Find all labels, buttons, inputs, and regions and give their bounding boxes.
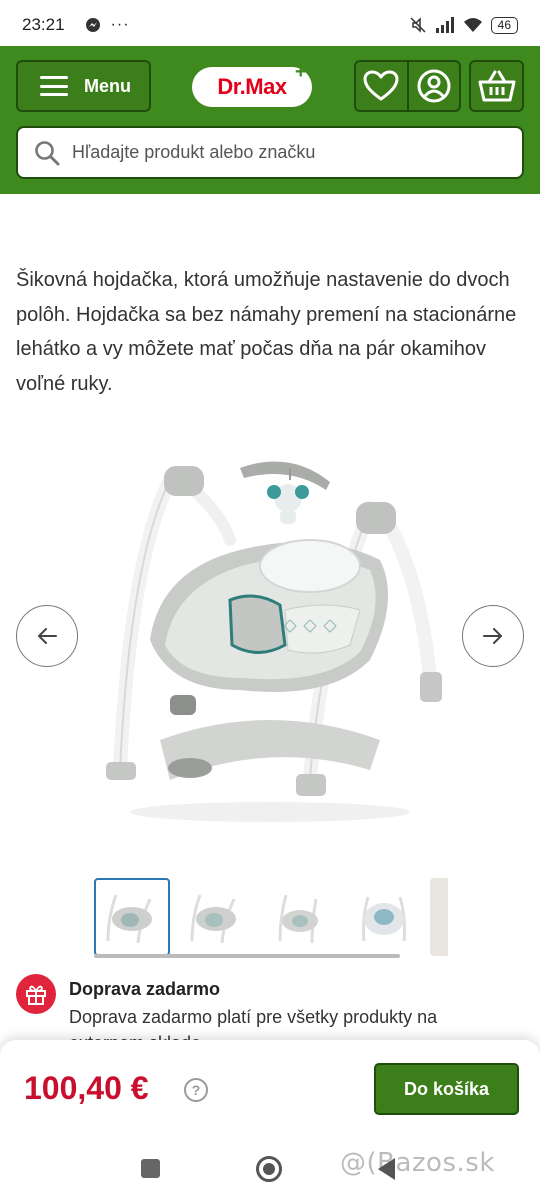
- arrow-right-icon: [483, 628, 502, 644]
- account-button[interactable]: [409, 62, 460, 110]
- add-to-cart-button[interactable]: Do košíka: [374, 1063, 519, 1115]
- signal-icon: [435, 17, 454, 33]
- product-description: Šikovná hojdačka, ktorá umožňuje nastave…: [16, 269, 517, 395]
- thumbnail-1[interactable]: [94, 878, 170, 956]
- heart-icon: [363, 70, 399, 101]
- product-price: 100,40 €: [24, 1070, 149, 1106]
- search-icon: [35, 140, 60, 165]
- thumbnail-2[interactable]: [178, 878, 254, 956]
- thumbnail-4[interactable]: [346, 878, 422, 956]
- price-help-icon[interactable]: ?: [184, 1078, 208, 1102]
- mute-icon: [410, 17, 426, 33]
- drmax-logo[interactable]: Dr.Max +: [192, 61, 312, 107]
- product-image-baby-swing[interactable]: [90, 440, 450, 840]
- gallery-next-button[interactable]: [462, 605, 524, 667]
- shipping-title: Doprava zadarmo: [69, 979, 221, 999]
- status-time: 23:21: [22, 15, 65, 34]
- wifi-icon: [463, 18, 482, 32]
- menu-label: Menu: [84, 75, 131, 96]
- thumbnail-3[interactable]: [262, 878, 338, 956]
- arrow-left-icon: [38, 628, 57, 644]
- wishlist-button[interactable]: [356, 62, 409, 110]
- more-dots-icon: ···: [110, 16, 130, 33]
- system-nav-bar: @(Bazos.sk: [0, 1134, 540, 1200]
- menu-button[interactable]: Menu: [16, 60, 151, 112]
- gallery-thumbnails: [94, 878, 448, 958]
- status-bar: 23:21 ··· 46: [0, 0, 540, 50]
- logo-plus: +: [294, 61, 307, 83]
- home-icon[interactable]: [256, 1156, 282, 1182]
- hamburger-icon: [40, 76, 68, 96]
- recents-icon[interactable]: [141, 1159, 160, 1178]
- account-icon-group: [354, 60, 461, 112]
- logo-text: Dr.Max: [217, 74, 287, 99]
- thumbnail-swing-image: [106, 894, 152, 944]
- thumbnail-scrollbar[interactable]: [94, 954, 400, 958]
- gift-icon: [16, 974, 56, 1014]
- back-icon[interactable]: [378, 1158, 395, 1180]
- messenger-icon: [85, 18, 100, 32]
- thumbnail-swing-image: [190, 894, 236, 944]
- search-bar[interactable]: [16, 126, 524, 179]
- thumbnail-5[interactable]: [430, 878, 448, 956]
- search-input[interactable]: [72, 142, 492, 163]
- cart-button[interactable]: [469, 60, 524, 112]
- thumbnail-swing-image: [278, 894, 318, 944]
- site-header: Menu Dr.Max +: [0, 46, 540, 194]
- thumbnail-swing-image: [362, 896, 406, 942]
- basket-icon: [478, 70, 515, 102]
- buy-bar: 100,40 € ? Do košíka: [0, 1040, 540, 1134]
- page: 23:21 ··· 46 Menu Dr.Max + Hľadajte prod…: [0, 0, 540, 1200]
- watermark: @(Bazos.sk: [340, 1148, 495, 1178]
- user-icon: [417, 69, 451, 103]
- battery-icon: 46: [490, 16, 518, 34]
- shipping-text: Doprava zadarmo platí pre všetky produkt…: [69, 1007, 438, 1044]
- gallery-prev-button[interactable]: [16, 605, 78, 667]
